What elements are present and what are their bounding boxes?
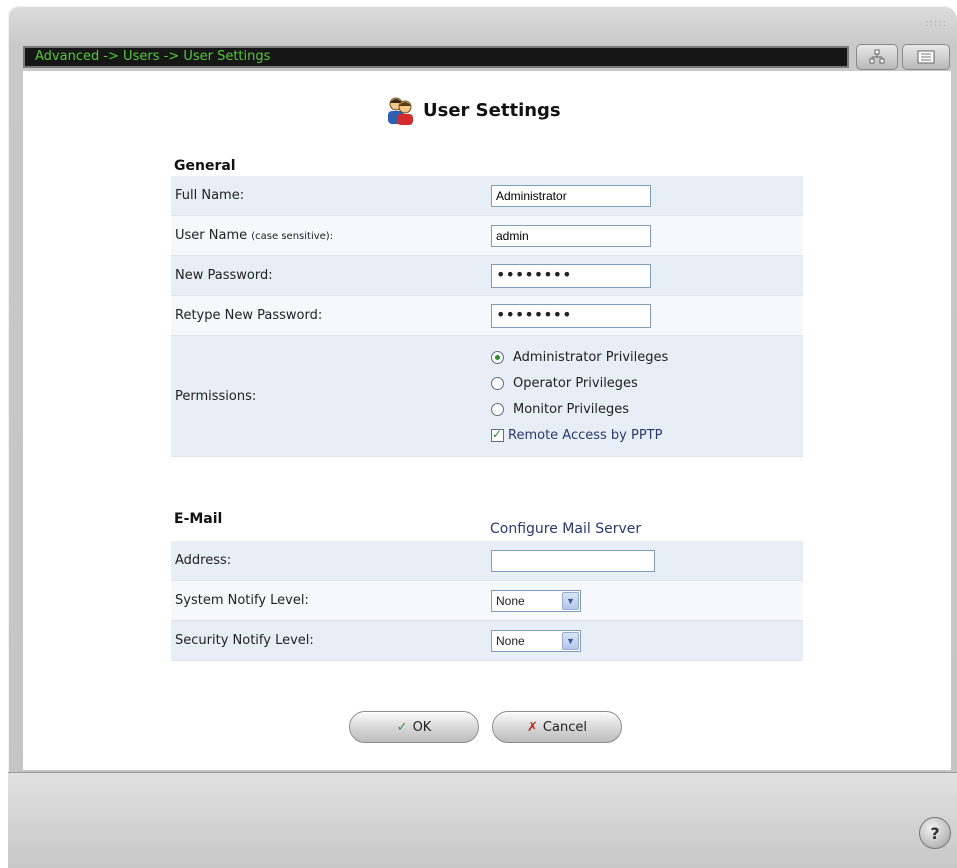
system-notify-select[interactable]: None ▼	[491, 589, 581, 612]
user-name-cell	[487, 215, 803, 256]
new-password-label: New Password:	[171, 255, 487, 296]
table-row: New Password: ••••••••	[171, 255, 803, 296]
table-row: Permissions: Administrator Privileges Op…	[171, 335, 803, 457]
radio-operator-button[interactable]	[491, 376, 504, 390]
table-row: Full Name:	[171, 176, 803, 216]
retype-password-input[interactable]: ••••••••	[491, 303, 651, 328]
help-icon[interactable]: ?	[919, 817, 951, 849]
address-cell	[487, 541, 803, 581]
remote-access-label: Remote Access by PPTP	[508, 427, 663, 443]
remote-access-checkbox[interactable]	[491, 427, 504, 442]
breadcrumb: Advanced -> Users -> User Settings	[23, 46, 849, 68]
network-map-button[interactable]	[856, 44, 898, 70]
address-label: Address:	[171, 541, 487, 581]
configure-mail-server-link[interactable]: Configure Mail Server	[490, 521, 641, 537]
table-row: Security Notify Level: None ▼	[171, 620, 803, 661]
cancel-label: Cancel	[542, 719, 587, 735]
user-name-note: (case sensitive):	[251, 231, 334, 242]
retype-password-cell: ••••••••	[487, 295, 803, 336]
radio-monitor-button[interactable]	[491, 402, 504, 416]
retype-password-label: Retype New Password:	[171, 295, 487, 336]
ok-button[interactable]: ✓ OK	[349, 711, 479, 743]
x-icon: ✗	[527, 719, 538, 735]
user-name-input[interactable]	[491, 224, 651, 247]
check-icon: ✓	[396, 719, 408, 735]
new-password-input[interactable]: ••••••••	[491, 263, 651, 288]
radio-admin-label: Administrator Privileges	[513, 349, 669, 365]
email-heading: E-Mail	[174, 511, 223, 527]
page-header: User Settings	[385, 95, 561, 125]
user-name-label-cell: User Name (case sensitive):	[171, 215, 487, 256]
table-row: Retype New Password: ••••••••	[171, 295, 803, 336]
bottom-bar	[8, 772, 957, 868]
permissions-label: Permissions:	[171, 335, 487, 457]
page-title: User Settings	[423, 99, 561, 121]
radio-monitor[interactable]: Monitor Privileges	[491, 396, 803, 422]
table-row: Address:	[171, 541, 803, 581]
ok-label: OK	[412, 719, 432, 735]
full-name-label: Full Name:	[171, 176, 487, 216]
grip-dots-icon: :::::	[925, 18, 947, 29]
content-panel: User Settings General Full Name: User Na…	[23, 71, 951, 770]
radio-monitor-label: Monitor Privileges	[513, 401, 630, 417]
network-map-icon	[869, 49, 885, 64]
address-input[interactable]	[491, 549, 655, 572]
system-notify-label: System Notify Level:	[171, 580, 487, 621]
table-row: System Notify Level: None ▼	[171, 580, 803, 621]
radio-admin[interactable]: Administrator Privileges	[491, 344, 803, 370]
system-notify-value: None	[496, 593, 525, 608]
remote-access-row[interactable]: Remote Access by PPTP	[491, 422, 803, 448]
security-notify-value: None	[496, 633, 525, 648]
list-view-icon	[917, 50, 935, 64]
user-name-label: User Name	[175, 228, 248, 243]
security-notify-cell: None ▼	[487, 620, 803, 661]
radio-operator[interactable]: Operator Privileges	[491, 370, 803, 396]
new-password-cell: ••••••••	[487, 255, 803, 296]
chevron-down-icon[interactable]: ▼	[562, 631, 579, 650]
permissions-cell: Administrator Privileges Operator Privil…	[487, 335, 803, 457]
cancel-button[interactable]: ✗ Cancel	[492, 711, 622, 743]
table-row: User Name (case sensitive):	[171, 215, 803, 256]
security-notify-select[interactable]: None ▼	[491, 629, 581, 652]
users-icon	[388, 97, 413, 125]
radio-admin-button[interactable]	[491, 350, 504, 364]
general-table: Full Name: User Name (case sensitive): N…	[171, 176, 803, 457]
list-view-button[interactable]	[902, 44, 950, 70]
full-name-input[interactable]	[491, 184, 651, 207]
radio-operator-label: Operator Privileges	[513, 375, 638, 391]
chevron-down-icon[interactable]: ▼	[562, 591, 579, 610]
email-table: Address: System Notify Level: None ▼ Sec…	[171, 541, 803, 661]
general-heading: General	[174, 158, 236, 174]
full-name-cell	[487, 176, 803, 216]
security-notify-label: Security Notify Level:	[171, 620, 487, 661]
system-notify-cell: None ▼	[487, 580, 803, 621]
